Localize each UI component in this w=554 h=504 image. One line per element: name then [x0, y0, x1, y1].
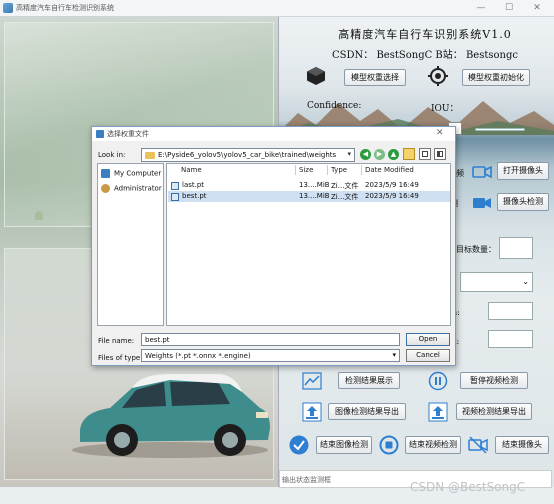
file-name: best.pt: [182, 192, 207, 200]
class-select-combobox[interactable]: ⌄: [460, 272, 533, 292]
window-close-button[interactable]: ✕: [524, 1, 550, 15]
camera-filled-icon: [473, 198, 491, 208]
sidebar-item-label: My Computer: [114, 169, 162, 178]
maximize-button[interactable]: ☐: [496, 1, 522, 15]
file-type-combobox[interactable]: Weights (*.pt *.onnx *.engine) ▾: [141, 349, 400, 362]
end-image-detect-button[interactable]: 结束图像检测: [316, 436, 372, 454]
file-name-input[interactable]: best.pt: [141, 333, 400, 346]
column-separator: [361, 165, 362, 175]
min-value-box: [488, 302, 533, 320]
confidence-label: Confidence:: [307, 101, 362, 111]
column-header-type[interactable]: Type: [331, 166, 347, 174]
end-video-detect-button[interactable]: 结束视频检测: [405, 436, 461, 454]
up-folder-icon[interactable]: ▲: [388, 149, 399, 160]
file-list: Name Size Type Date Modified last.pt 13.…: [166, 163, 451, 326]
look-in-path: E:\Pyside6_yolov5\yolov5_car_bike\traine…: [158, 151, 337, 159]
detail-view-icon[interactable]: [434, 148, 446, 160]
file-icon: [171, 193, 179, 201]
dialog-titlebar: 选择权重文件 ✕: [92, 127, 455, 141]
new-folder-icon[interactable]: [403, 148, 415, 160]
iou-slider[interactable]: [475, 128, 525, 131]
file-type-value: Weights (*.pt *.onnx *.engine): [145, 352, 251, 360]
open-camera-button[interactable]: 打开摄像头: [497, 162, 549, 180]
file-date: 2023/5/9 16:49: [365, 181, 419, 189]
file-size: 13....MiB: [299, 192, 330, 200]
look-in-combobox[interactable]: E:\Pyside6_yolov5\yolov5_car_bike\traine…: [141, 148, 355, 162]
minimize-button[interactable]: —: [468, 1, 494, 15]
stop-icon: [379, 435, 399, 455]
export-video-results-button[interactable]: 视频检测结果导出: [456, 403, 532, 420]
back-icon[interactable]: ◀: [360, 149, 371, 160]
camera-outline-icon: [472, 165, 492, 179]
target-count-value: [499, 237, 533, 259]
forward-icon[interactable]: ▶: [374, 149, 385, 160]
export-image-results-button[interactable]: 图像检测结果导出: [328, 403, 406, 420]
file-type: Zi...文件: [331, 182, 359, 190]
check-circle-icon: [289, 435, 309, 455]
cube-icon: [307, 67, 325, 85]
cancel-button[interactable]: Cancel: [406, 349, 450, 362]
upload-video-icon: [428, 402, 448, 422]
chart-icon: [302, 372, 322, 390]
upload-icon: [302, 402, 322, 422]
iou-label: IOU：: [431, 104, 459, 114]
max-value-box: [488, 330, 533, 348]
car-image: [72, 374, 270, 458]
computer-icon: [101, 169, 110, 178]
pause-video-button[interactable]: 暂停视频检测: [460, 372, 528, 389]
file-name: last.pt: [182, 181, 205, 189]
author-credits: CSDN： BestSongC B站： Bestsongc: [332, 50, 518, 61]
places-sidebar: My Computer Administrator: [97, 163, 164, 326]
user-icon: [101, 184, 110, 193]
look-in-label: Look in:: [98, 151, 126, 159]
sidebar-item-label: Administrator: [114, 184, 162, 193]
list-view-icon[interactable]: [419, 148, 431, 160]
file-size: 13....MiB: [299, 181, 330, 189]
select-weights-button[interactable]: 模型权重选择: [344, 69, 406, 86]
pause-icon: [428, 371, 448, 391]
chevron-down-icon: ▾: [347, 150, 351, 158]
target-icon: [428, 66, 448, 86]
camera-off-icon: [468, 436, 488, 454]
file-row-last[interactable]: last.pt 13....MiB Zi...文件 2023/5/9 16:49: [168, 180, 450, 191]
file-dialog: 选择权重文件 ✕ Look in: E:\Pyside6_yolov5\yolo…: [91, 126, 456, 366]
column-header-name[interactable]: Name: [181, 166, 202, 174]
file-type-label: Files of type:: [98, 354, 143, 362]
file-name-label: File name:: [98, 337, 135, 345]
folder-icon: [145, 152, 155, 159]
end-camera-button[interactable]: 结束摄像头: [495, 436, 549, 454]
app-title: 高精度汽车自行车识别系统V1.0: [338, 28, 512, 41]
file-icon: [171, 182, 179, 190]
column-header-date[interactable]: Date Modified: [365, 166, 414, 174]
target-count-label: 目标数量：: [456, 245, 496, 254]
chevron-down-icon: ▾: [392, 351, 396, 359]
column-separator: [295, 165, 296, 175]
sidebar-item-administrator[interactable]: Administrator: [101, 184, 162, 193]
sidebar-item-my-computer[interactable]: My Computer: [101, 169, 161, 178]
init-weights-button[interactable]: 模型权重初始化: [462, 69, 530, 86]
dialog-app-icon: [96, 130, 104, 138]
show-results-button[interactable]: 检测结果展示: [338, 372, 400, 389]
column-header-size[interactable]: Size: [299, 166, 313, 174]
dialog-title: 选择权重文件: [107, 130, 149, 138]
column-separator: [327, 165, 328, 175]
window-title: 高精度汽车自行车检测识别系统: [16, 4, 114, 12]
app-icon: [3, 3, 13, 13]
dialog-close-button[interactable]: ✕: [436, 128, 444, 138]
window-titlebar: 高精度汽车自行车检测识别系统 — ☐ ✕: [0, 0, 554, 17]
open-button[interactable]: Open: [406, 333, 450, 346]
camera-detect-button[interactable]: 摄像头检测: [497, 193, 549, 211]
file-date: 2023/5/9 16:49: [365, 192, 419, 200]
watermark: CSDN @BestSongC: [410, 480, 526, 494]
file-row-best[interactable]: best.pt 13....MiB Zi...文件 2023/5/9 16:49: [168, 191, 450, 202]
file-type: Zi...文件: [331, 193, 359, 201]
